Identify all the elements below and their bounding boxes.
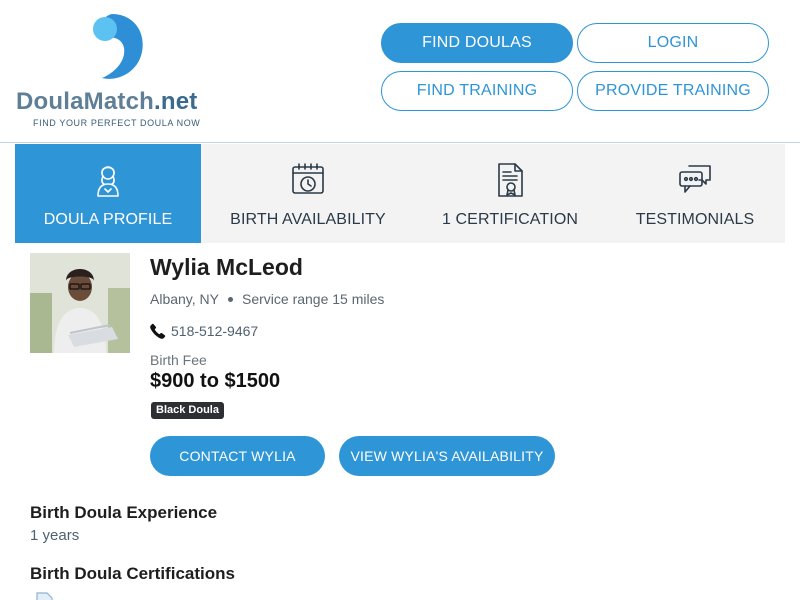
find-doulas-button[interactable]: FIND DOULAS (381, 23, 573, 63)
doula-name: Wylia McLeod (150, 254, 303, 280)
tab-label: BIRTH AVAILABILITY (230, 211, 386, 228)
tab-doula-profile[interactable]: DOULA PROFILE (15, 144, 201, 243)
birth-fee-label: Birth Fee (150, 352, 207, 368)
profile-tabs: DOULA PROFILE BIRTH AVAILABILITY 1 CERTI… (15, 144, 785, 243)
phone-number[interactable]: 518-512-9467 (171, 323, 258, 339)
experience-heading: Birth Doula Experience (30, 503, 218, 522)
logo-text-match: Match (83, 88, 155, 115)
contact-doula-button[interactable]: CONTACT WYLIA (150, 436, 325, 476)
site-header: DoulaMatch.net FIND YOUR PERFECT DOULA N… (0, 0, 800, 143)
calendar-clock-icon (292, 163, 324, 194)
logo-wordmark: DoulaMatch.net (16, 88, 197, 116)
doula-location: Albany, NY Service range 15 miles (150, 291, 384, 307)
logo-text-net: .net (154, 88, 198, 115)
black-doula-badge: Black Doula (151, 402, 224, 419)
phone-icon (150, 323, 166, 339)
logo-tagline: FIND YOUR PERFECT DOULA NOW (33, 118, 201, 128)
view-availability-button[interactable]: VIEW WYLIA'S AVAILABILITY (339, 436, 555, 476)
tab-label: 1 CERTIFICATION (441, 211, 579, 228)
tab-birth-availability[interactable]: BIRTH AVAILABILITY (201, 144, 415, 243)
location-city: Albany, NY (150, 291, 219, 307)
birth-fee-value: $900 to $1500 (150, 370, 281, 392)
service-range: Service range 15 miles (242, 291, 385, 307)
tab-label: TESTIMONIALS (635, 211, 755, 228)
login-button[interactable]: LOGIN (577, 23, 769, 63)
certification-document-icon (36, 592, 53, 600)
certificate-document-icon (498, 163, 523, 197)
logo-text-doula: Doula (16, 88, 84, 115)
tab-testimonials[interactable]: TESTIMONIALS (605, 144, 785, 243)
tab-label: DOULA PROFILE (43, 211, 173, 228)
find-training-button[interactable]: FIND TRAINING (381, 71, 573, 111)
doulamatch-logo-icon (93, 14, 143, 79)
certifications-heading: Birth Doula Certifications (30, 564, 235, 583)
chat-bubbles-icon (679, 165, 711, 193)
experience-value: 1 years (30, 527, 80, 544)
provide-training-button[interactable]: PROVIDE TRAINING (577, 71, 769, 111)
site-logo[interactable]: DoulaMatch.net FIND YOUR PERFECT DOULA N… (16, 10, 216, 132)
doula-profile-photo (30, 253, 130, 353)
doula-person-icon (97, 166, 119, 197)
profile-photo-image (30, 253, 130, 353)
doula-phone[interactable]: 518-512-9467 (150, 323, 258, 339)
tab-certification[interactable]: 1 CERTIFICATION (415, 144, 605, 243)
separator-dot-icon (228, 296, 233, 302)
